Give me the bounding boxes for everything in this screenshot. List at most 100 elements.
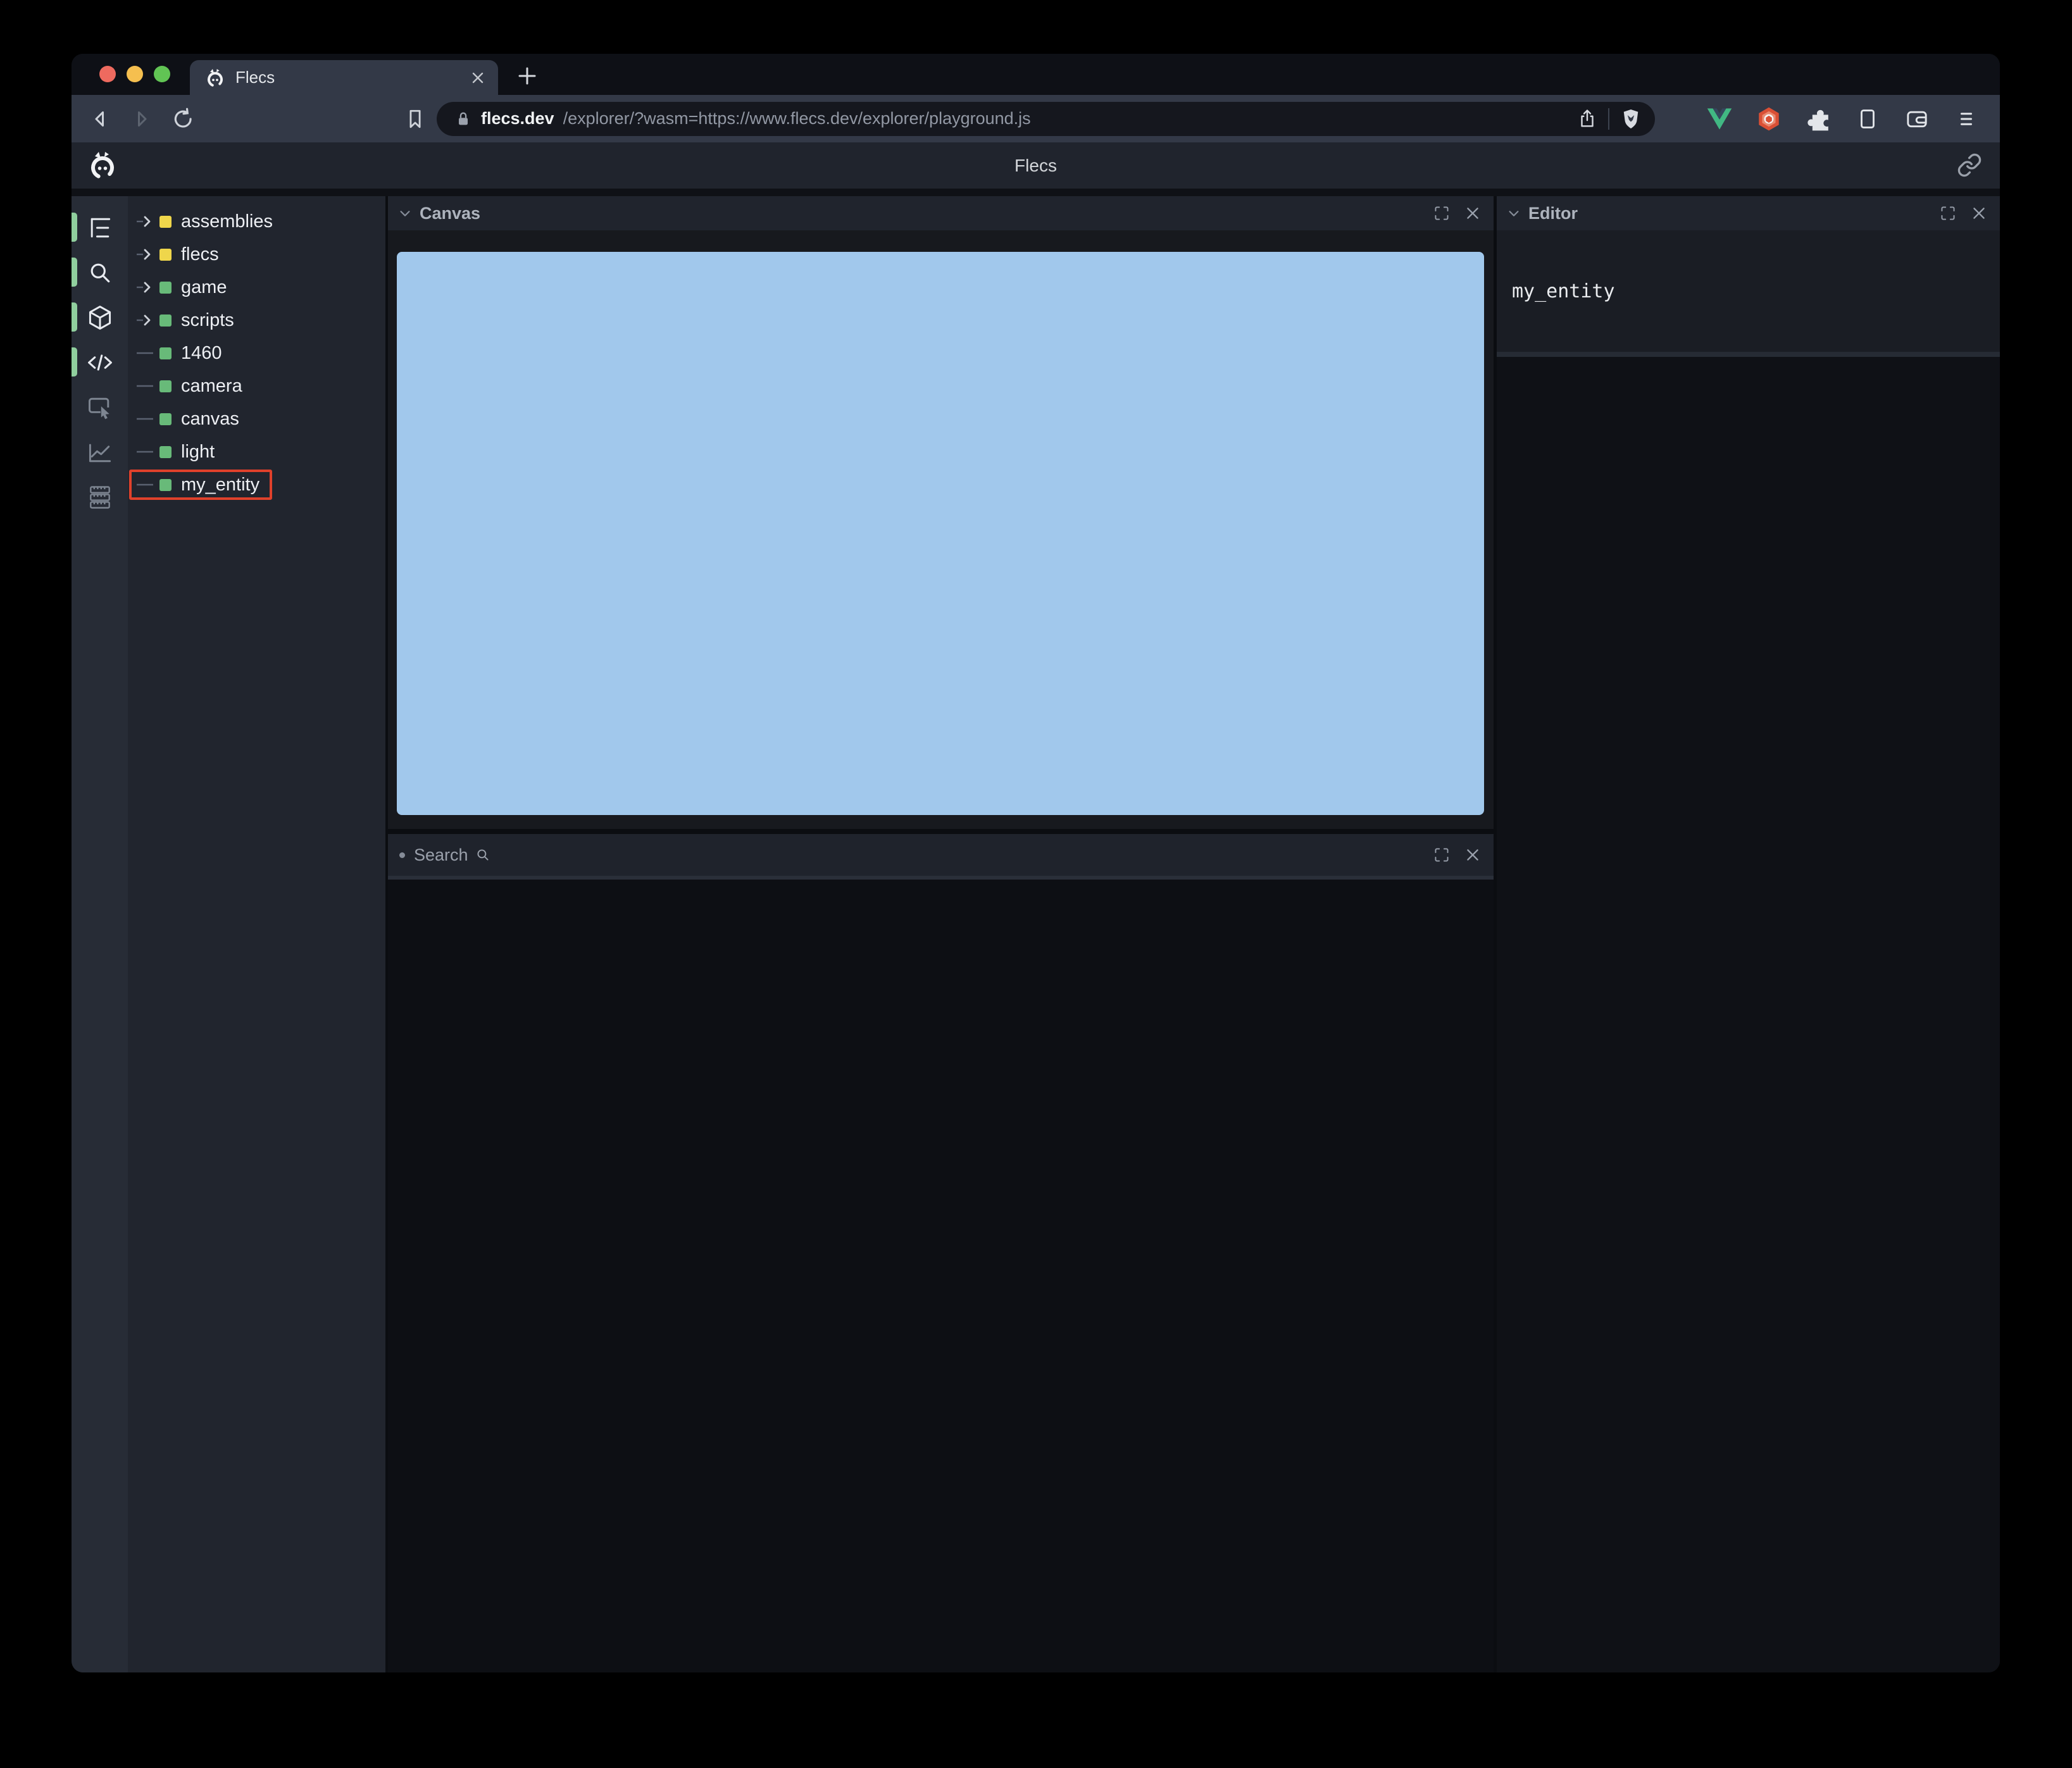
url-divider: [1608, 108, 1609, 130]
link-icon[interactable]: [1957, 153, 1982, 178]
fullscreen-icon[interactable]: [1433, 846, 1451, 864]
app-header: Flecs: [72, 142, 2000, 189]
close-icon[interactable]: [1464, 847, 1481, 863]
collapsed-indicator-icon[interactable]: [399, 852, 405, 858]
entity-color-square: [159, 347, 172, 359]
bookmark-icon[interactable]: [403, 106, 428, 132]
tree-connector: [135, 247, 159, 261]
hierarchy-icon: [86, 214, 114, 242]
browser-tab[interactable]: Flecs: [190, 60, 498, 95]
canvas-viewport[interactable]: [397, 252, 1484, 815]
tree-row[interactable]: 1460: [128, 337, 385, 370]
tree-row[interactable]: scripts: [128, 304, 385, 337]
tree-leaf-dash: [137, 483, 153, 486]
sidebar-item-inspect[interactable]: [72, 385, 128, 430]
canvas-panel-body: [388, 230, 1494, 829]
entity-color-square: [159, 413, 172, 425]
active-indicator: [72, 347, 77, 377]
wallet-icon[interactable]: [1904, 106, 1930, 132]
entity-color-square: [159, 281, 172, 294]
editor-panel: Editor my_entity: [1497, 196, 2000, 1672]
tree-row[interactable]: game: [128, 271, 385, 304]
back-icon[interactable]: [87, 106, 113, 132]
browser-window: Flecs flecs.dev /explorer/?wasm=https://…: [72, 54, 2000, 1672]
center-panels: Canvas Search: [385, 196, 1497, 1672]
sidebar-toggle-icon[interactable]: [1854, 106, 1881, 132]
chart-icon: [86, 439, 114, 466]
reload-icon[interactable]: [171, 106, 196, 132]
chevron-down-icon[interactable]: [398, 206, 412, 220]
tree-leaf-dash: [137, 451, 153, 453]
sidebar-item-memory[interactable]: [72, 475, 128, 520]
tree-row[interactable]: canvas: [128, 402, 385, 435]
sidebar-item-stats[interactable]: [72, 430, 128, 475]
vue-devtools-icon[interactable]: [1706, 106, 1733, 132]
tree-leaf-dash: [137, 352, 153, 354]
code-editor[interactable]: my_entity: [1497, 230, 2000, 352]
tree-row[interactable]: flecs: [128, 238, 385, 271]
tree-expand-arrow: [137, 249, 151, 260]
close-icon[interactable]: [1464, 205, 1481, 221]
fullscreen-icon[interactable]: [1939, 204, 1957, 222]
share-icon[interactable]: [1576, 108, 1598, 130]
tree-item-label: scripts: [181, 309, 234, 330]
entity-color-square: [159, 445, 172, 458]
active-indicator: [72, 213, 77, 242]
sidebar-item-code[interactable]: [72, 340, 128, 385]
sidebar-item-search[interactable]: [72, 250, 128, 295]
tree-row[interactable]: my_entity: [128, 468, 385, 501]
page-title: Flecs: [1014, 155, 1057, 175]
tree-expand-arrow: [137, 282, 151, 293]
tree-connector: [135, 445, 159, 459]
tree-item-label: camera: [181, 375, 242, 396]
editor-panel-header: Editor: [1497, 196, 2000, 230]
brave-shields-icon[interactable]: [1620, 108, 1642, 130]
tree-expand-arrow: [137, 314, 151, 326]
close-icon[interactable]: [1971, 205, 1987, 221]
url-domain: flecs.dev: [481, 109, 554, 128]
tree-item-label: my_entity: [181, 474, 260, 495]
tree-row[interactable]: camera: [128, 370, 385, 402]
search-panel-header: Search: [388, 834, 1494, 876]
lock-icon: [454, 110, 472, 128]
extensions-puzzle-icon[interactable]: [1805, 106, 1832, 132]
tree-leaf-dash: [137, 418, 153, 420]
forward-icon[interactable]: [129, 106, 154, 132]
browser-tab-bar: Flecs: [72, 54, 2000, 95]
header-divider: [72, 189, 2000, 196]
menu-icon[interactable]: [1953, 106, 1980, 132]
tree-item-label: 1460: [181, 342, 222, 363]
entity-color-square: [159, 314, 172, 327]
tree-connector: [135, 280, 159, 294]
active-indicator: [72, 302, 77, 332]
zoom-window-button[interactable]: [154, 66, 170, 82]
tab-close-icon[interactable]: [470, 70, 485, 85]
browser-toolbar: flecs.dev /explorer/?wasm=https://www.fl…: [72, 95, 2000, 142]
tree-connector: [135, 346, 159, 360]
tree-row[interactable]: light: [128, 435, 385, 468]
tree-connector: [135, 478, 159, 492]
tab-title: Flecs: [235, 68, 275, 87]
sidebar-item-entities[interactable]: [72, 295, 128, 340]
tree-item-label: flecs: [181, 244, 219, 265]
tree-leaf-dash: [137, 385, 153, 387]
flecs-explorer-app: Flecs assemblies flecs game scripts 1460…: [72, 142, 2000, 1672]
close-window-button[interactable]: [99, 66, 116, 82]
minimize-window-button[interactable]: [127, 66, 143, 82]
tree-row[interactable]: assemblies: [128, 205, 385, 238]
code-icon: [86, 349, 114, 377]
flecs-favicon-icon: [205, 68, 225, 88]
fullscreen-icon[interactable]: [1433, 204, 1451, 222]
tree-connector: [135, 313, 159, 327]
tree-item-label: light: [181, 441, 215, 462]
new-tab-button[interactable]: [515, 63, 540, 89]
tree-item-label: canvas: [181, 408, 239, 429]
tree-expand-arrow: [137, 216, 151, 227]
inspect-icon: [86, 394, 114, 421]
url-bar[interactable]: flecs.dev /explorer/?wasm=https://www.fl…: [437, 101, 1655, 136]
extension-hexagon-icon[interactable]: [1756, 106, 1782, 132]
sidebar-item-hierarchy[interactable]: [72, 205, 128, 250]
search-icon: [86, 259, 114, 287]
url-path: /explorer/?wasm=https://www.flecs.dev/ex…: [563, 109, 1031, 128]
chevron-down-icon[interactable]: [1507, 206, 1521, 220]
